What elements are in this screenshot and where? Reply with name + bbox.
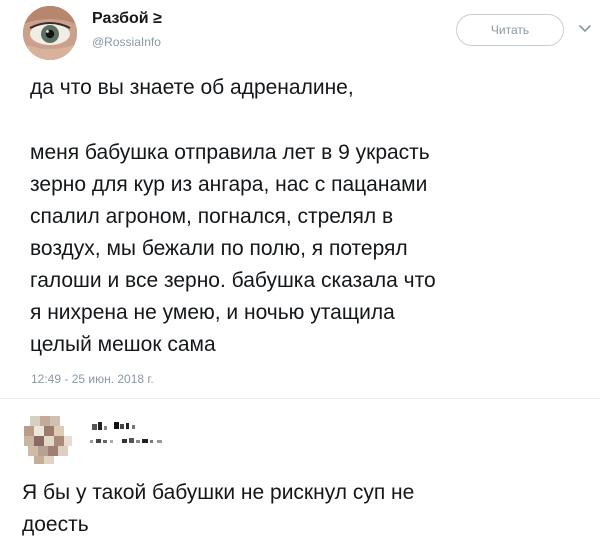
reply-author-name[interactable] — [84, 420, 204, 450]
divider — [0, 398, 600, 399]
eye-avatar-icon — [23, 6, 77, 60]
tweet-text-line: галоши и все зерно. бабушка сказала что — [30, 269, 436, 292]
tweet-text: да что вы знаете об адреналине, меня баб… — [30, 72, 595, 361]
tweet-text-line: я нихрена не умею, и ночью утащила — [30, 301, 395, 324]
author-display-name[interactable]: Разбой ≥ — [92, 10, 162, 28]
tweet-text-line: целый мешок сама — [30, 333, 216, 356]
author-avatar[interactable] — [23, 6, 77, 60]
tweet-text-line: зерно для кур из ангара, нас с пацанами — [30, 173, 428, 196]
reply-text: Я бы у такой бабушки не рискнул суп не д… — [22, 477, 592, 541]
pixelated-name-icon — [90, 422, 162, 443]
tweet-text-line: меня бабушка отправила лет в 9 украсть — [30, 141, 430, 164]
chevron-down-icon[interactable] — [578, 22, 592, 36]
tweet-text-line: да что вы знаете об адреналине, — [30, 76, 354, 99]
reply-text-line: доесть — [22, 513, 89, 536]
tweet-timestamp[interactable]: 12:49 - 25 июн. 2018 г. — [31, 372, 154, 386]
author-username[interactable]: @RossiaInfo — [92, 35, 161, 49]
tweet-text-line: воздух, мы бежали по полю, я потерял — [30, 237, 408, 260]
pixelated-avatar-icon — [20, 410, 78, 468]
reply-text-line: Я бы у такой бабушки не рискнул суп не — [22, 481, 415, 504]
tweet-text-line: спалил агроном, погнался, стрелял в — [30, 205, 394, 228]
follow-button[interactable]: Читать — [456, 14, 564, 46]
reply-avatar[interactable] — [20, 410, 78, 468]
tweet-screenshot: Разбой ≥ @RossiaInfo Читать да что вы зн… — [0, 0, 600, 546]
